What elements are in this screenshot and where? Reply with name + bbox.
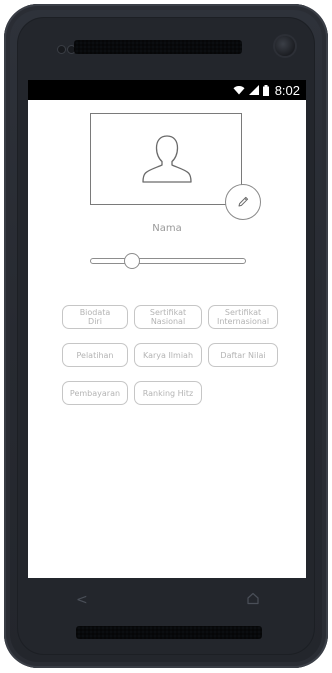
status-bar: 8:02: [28, 80, 306, 100]
front-camera: [275, 36, 295, 56]
app-screen: 8:02 Nama Biodata Diri Sertifikat Nasion…: [28, 80, 306, 578]
slider-thumb[interactable]: [124, 253, 141, 269]
pencil-icon: [238, 196, 249, 207]
profile-photo-frame[interactable]: [90, 113, 242, 205]
person-silhouette-icon: [142, 135, 192, 183]
hardware-nav-bar: <: [28, 584, 306, 620]
karya-ilmiah-button[interactable]: Karya Ilmiah: [134, 343, 202, 367]
earpiece-speaker-grille: [74, 40, 242, 54]
pembayaran-button[interactable]: Pembayaran: [62, 381, 128, 405]
daftar-nilai-button[interactable]: Daftar Nilai: [208, 343, 278, 367]
sertifikat-nasional-button[interactable]: Sertifikat Nasional: [134, 305, 202, 329]
wifi-icon: [233, 86, 245, 95]
status-icons: 8:02: [233, 82, 300, 98]
sensor-dot: [58, 46, 65, 53]
slider[interactable]: [90, 253, 246, 269]
pelatihan-button[interactable]: Pelatihan: [62, 343, 128, 367]
sertifikat-internasional-button[interactable]: Sertifikat Internasional: [208, 305, 278, 329]
home-icon[interactable]: [246, 591, 260, 605]
battery-icon: [262, 84, 269, 96]
back-chevron-icon[interactable]: <: [76, 592, 88, 608]
edit-photo-button[interactable]: [225, 184, 261, 220]
biodata-diri-button[interactable]: Biodata Diri: [62, 305, 128, 329]
slider-track[interactable]: [90, 258, 246, 264]
ranking-hitz-button[interactable]: Ranking Hitz: [134, 381, 202, 405]
name-label: Nama: [152, 223, 182, 234]
signal-icon: [248, 85, 259, 95]
bottom-speaker-grille: [76, 626, 262, 639]
status-time: 8:02: [274, 82, 300, 98]
